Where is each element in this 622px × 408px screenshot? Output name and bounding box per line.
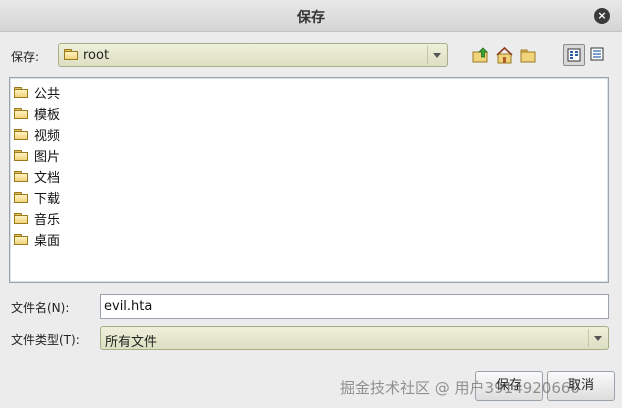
close-icon: × <box>597 9 607 22</box>
list-item[interactable]: 视频 <box>14 124 60 145</box>
file-name-label: 模板 <box>34 108 61 123</box>
folder-icon <box>14 234 28 245</box>
folder-icon <box>14 150 28 161</box>
list-item[interactable]: 公共 <box>14 82 60 103</box>
folder-icon <box>14 129 28 140</box>
file-name-label: 公共 <box>34 87 61 102</box>
new-folder-button[interactable] <box>518 44 540 66</box>
folder-icon <box>64 49 78 60</box>
list-item[interactable]: 音乐 <box>14 208 60 229</box>
close-button[interactable]: × <box>594 8 610 24</box>
list-view-icon <box>567 48 581 62</box>
home-folder-icon <box>496 46 513 64</box>
list-item[interactable]: 模板 <box>14 103 60 124</box>
new-folder-icon <box>520 49 536 63</box>
list-view-button[interactable] <box>563 44 585 66</box>
cancel-button[interactable]: 取消 <box>547 371 615 401</box>
up-folder-icon <box>472 47 488 63</box>
folder-icon <box>14 213 28 224</box>
watermark: 掘金技术社区 @ 用户3914920660 <box>340 379 580 397</box>
details-view-icon <box>590 47 604 61</box>
home-folder-button[interactable] <box>494 44 516 66</box>
file-name-label: 视频 <box>34 129 61 144</box>
list-item[interactable]: 桌面 <box>14 229 60 250</box>
dialog-title: 保存 <box>297 10 325 26</box>
details-view-button[interactable] <box>587 44 609 66</box>
list-item[interactable]: 图片 <box>14 145 60 166</box>
file-name-label: 文件名(N): <box>11 301 70 315</box>
file-type-label: 文件类型(T): <box>11 333 80 347</box>
save-in-value: root <box>83 48 110 63</box>
up-folder-button[interactable] <box>470 44 492 66</box>
chevron-down-icon[interactable] <box>427 46 445 64</box>
file-type-value: 所有文件 <box>105 335 158 350</box>
save-in-combo[interactable]: root <box>58 43 448 67</box>
chevron-down-icon[interactable] <box>588 329 606 347</box>
folder-icon <box>14 87 28 98</box>
file-name-field[interactable] <box>100 294 609 319</box>
file-name-label: 图片 <box>34 150 61 165</box>
save-in-label: 保存: <box>11 50 40 64</box>
list-item[interactable]: 下载 <box>14 187 60 208</box>
list-item[interactable]: 文档 <box>14 166 60 187</box>
file-name-label: 音乐 <box>34 213 61 228</box>
file-name-label: 文档 <box>34 171 61 186</box>
file-type-combo[interactable]: 所有文件 <box>100 326 609 350</box>
file-name-label: 桌面 <box>34 234 61 249</box>
title-bar: 保存 × <box>0 0 622 32</box>
folder-icon <box>14 108 28 119</box>
save-button[interactable]: 保存 <box>475 371 543 401</box>
folder-icon <box>14 192 28 203</box>
folder-icon <box>14 171 28 182</box>
file-list[interactable]: 公共 模板 视频 图片 文档 下载 音乐 桌面 <box>9 77 609 283</box>
file-name-label: 下载 <box>34 192 61 207</box>
